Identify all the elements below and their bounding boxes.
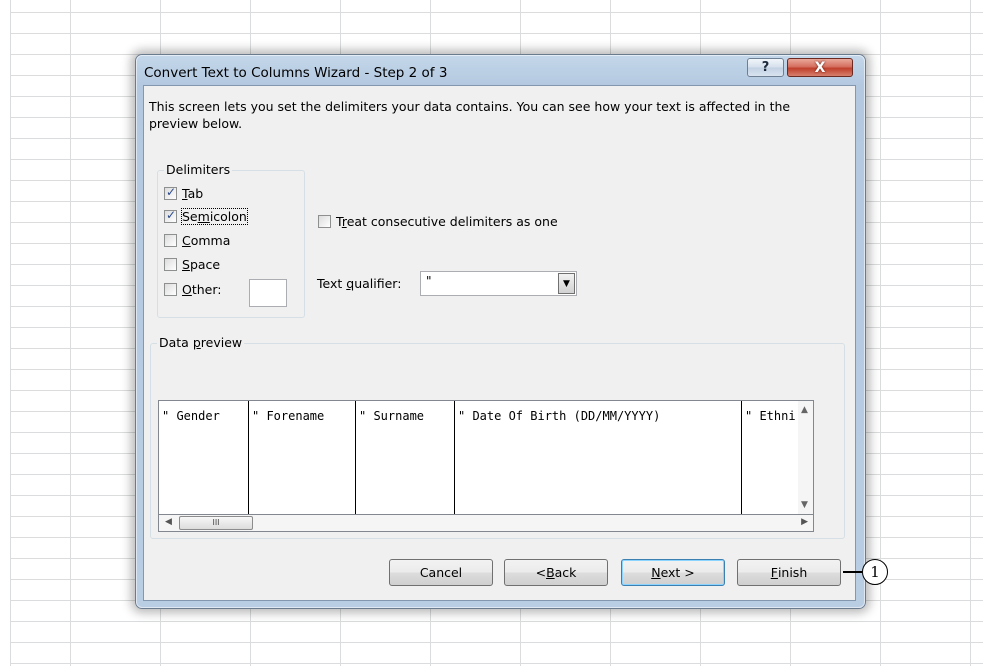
help-button[interactable]: ? (747, 58, 784, 77)
consecutive-check-box[interactable] (318, 215, 331, 228)
dialog-description: This screen lets you set the delimiters … (149, 99, 791, 131)
preview-horizontal-scrollbar[interactable]: ◀ III ▶ (158, 515, 814, 532)
cancel-button[interactable]: Cancel (389, 559, 493, 586)
close-icon: X (814, 59, 826, 76)
text-qualifier-value: " (426, 274, 432, 288)
callout-line (843, 571, 862, 573)
delimiter-label: Comma (182, 233, 231, 248)
delimiter-checkbox[interactable]: Tab (164, 185, 204, 201)
preview-column[interactable]: " Gender (159, 401, 249, 514)
delimiter-checkbox[interactable]: Comma (164, 233, 230, 248)
preview-column[interactable]: " Forename (249, 401, 356, 514)
checkbox-box[interactable] (164, 234, 177, 247)
text-qualifier-label: Text qualifier: (317, 276, 402, 291)
scroll-thumb[interactable]: III (179, 516, 253, 530)
delimiter-checkbox[interactable]: Other: (164, 282, 222, 297)
text-qualifier-dropdown[interactable]: " ▼ (420, 271, 577, 296)
chevron-down-icon[interactable]: ▼ (558, 273, 575, 294)
convert-text-dialog: Convert Text to Columns Wizard - Step 2 … (135, 54, 866, 609)
close-button[interactable]: X (787, 58, 853, 77)
preview-column[interactable]: " Date Of Birth (DD/MM/YYYY) (455, 401, 742, 514)
scroll-left-icon[interactable]: ◀ (165, 517, 172, 527)
delimiter-label: Space (182, 257, 221, 272)
back-button[interactable]: < Back (504, 559, 608, 586)
delimiter-checkbox[interactable]: Space (164, 257, 220, 272)
delimiter-checkbox[interactable]: Semicolon (164, 208, 248, 225)
other-delimiter-input[interactable] (249, 279, 287, 307)
delimiters-legend: Delimiters (164, 162, 233, 177)
delimiter-label: Tab (182, 186, 204, 201)
next-button[interactable]: Next > (621, 559, 725, 586)
checkbox-box[interactable] (164, 185, 177, 200)
dialog-body: This screen lets you set the delimiters … (143, 85, 856, 601)
scroll-down-icon[interactable]: ▼ (801, 500, 808, 510)
data-preview-table[interactable]: " Gender " Forename " Surname " Date Of … (158, 400, 813, 515)
checkbox-box[interactable] (164, 258, 177, 271)
checkbox-box[interactable] (164, 283, 177, 296)
preview-column[interactable]: " Surname (356, 401, 455, 514)
consecutive-delimiters-checkbox[interactable]: Treat consecutive delimiters as one (318, 214, 558, 229)
help-icon: ? (761, 60, 770, 75)
delimiter-label: Semicolon (181, 208, 248, 225)
checkbox-box[interactable] (164, 208, 177, 223)
dialog-title: Convert Text to Columns Wizard - Step 2 … (144, 65, 448, 81)
scroll-up-icon[interactable]: ▲ (801, 405, 808, 415)
consecutive-label: Treat consecutive delimiters as one (336, 214, 558, 229)
delimiter-label: Other: (182, 282, 222, 297)
preview-vertical-scrollbar[interactable]: ▲ ▼ (798, 400, 814, 515)
data-preview-legend: Data preview (157, 335, 245, 350)
finish-button[interactable]: Finish (737, 559, 841, 586)
callout-badge: 1 (862, 559, 888, 585)
scroll-right-icon[interactable]: ▶ (801, 517, 808, 527)
